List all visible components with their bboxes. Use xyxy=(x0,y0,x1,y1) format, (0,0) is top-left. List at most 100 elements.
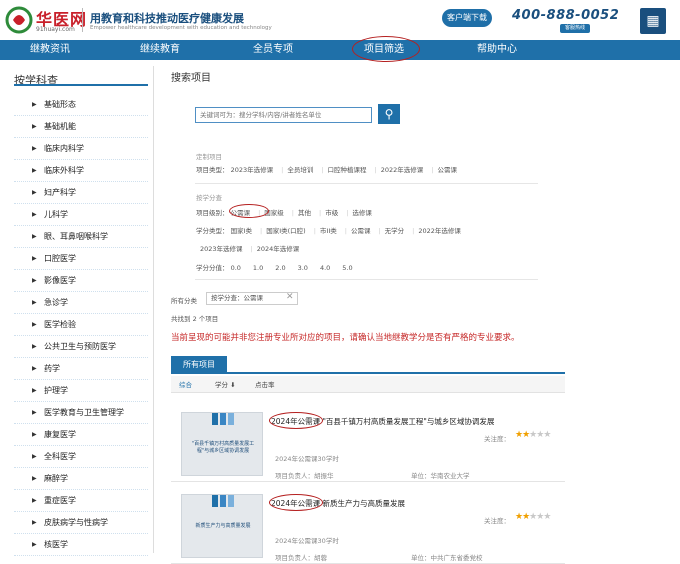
course-leader: 项目负责人：胡蓉 xyxy=(275,554,327,562)
project-type-option[interactable]: 公需课 xyxy=(437,166,457,174)
search-icon: ⚲ xyxy=(384,107,394,121)
sidebar-item-label: 临床内科学 xyxy=(44,144,84,153)
caret-right-icon: ▶ xyxy=(32,365,37,372)
caret-right-icon: ▶ xyxy=(32,431,37,438)
search-button[interactable]: ⚲ xyxy=(378,104,400,124)
course-thumbnail[interactable]: 新质生产力与高质量发展 xyxy=(181,494,263,558)
sidebar-item[interactable]: ▶ 影像医学 xyxy=(14,270,148,292)
sidebar-item[interactable]: ▶ 护理学 xyxy=(14,380,148,402)
caret-right-icon: ▶ xyxy=(32,387,37,394)
divider xyxy=(195,279,538,280)
nav-continuing-education[interactable]: 继续教育 xyxy=(140,40,180,60)
credit-type-option[interactable]: 2023年选修课 xyxy=(200,245,243,253)
sidebar-item[interactable]: ▶ 眼、耳鼻咽喉科学 xyxy=(14,226,148,248)
thumbnail-decoration xyxy=(212,413,218,425)
sidebar-item-label: 医学教育与卫生管理学 xyxy=(44,408,124,417)
slogan-en: Empower healthcare development with educ… xyxy=(90,25,272,31)
caret-right-icon: ▶ xyxy=(32,211,37,218)
nav-special[interactable]: 全员专项 xyxy=(253,40,293,60)
course-unit: 单位：中共广东省委党校 xyxy=(411,554,483,562)
sidebar-item[interactable]: ▶ 急诊学 xyxy=(14,292,148,314)
sidebar-item[interactable]: ▶ 麻醉学 xyxy=(14,468,148,490)
level-option[interactable]: 其他 xyxy=(298,209,311,217)
nav-help[interactable]: 帮助中心 xyxy=(477,40,517,60)
credit-type-option[interactable]: 无学分 xyxy=(385,227,405,235)
sidebar-item[interactable]: ▶ 基础机能 xyxy=(14,116,148,138)
credit-value-option[interactable]: 4.0 xyxy=(320,264,330,272)
download-button[interactable]: 客户端下载 xyxy=(442,9,492,27)
credit-value-option[interactable]: 1.0 xyxy=(253,264,263,272)
caret-right-icon: ▶ xyxy=(32,321,37,328)
project-type-option[interactable]: 2023年选修课 xyxy=(231,166,274,174)
sidebar-item[interactable]: ▶ 妇产科学 xyxy=(14,182,148,204)
sidebar-item[interactable]: ▶ 全科医学 xyxy=(14,446,148,468)
project-type-option[interactable]: 口腔种植课程 xyxy=(328,166,367,174)
course-hours: 2024年公需课30学时 xyxy=(275,537,339,545)
course-item[interactable]: "百县千镇万村高质量发展工程"与城乡区域协调发展 2024年公需课 "百县千镇万村… xyxy=(171,406,565,482)
thumbnail-decoration xyxy=(220,495,226,507)
main-nav: 继教资讯 继续教育 全员专项 项目筛选 帮助中心 xyxy=(0,40,680,60)
option-separator: | xyxy=(431,166,434,174)
sidebar-item[interactable]: ▶ 康复医学 xyxy=(14,424,148,446)
all-categories-label: 所有分类 xyxy=(171,297,197,305)
level-row: 项目级别： 公需课 | 国家级 | 其他 | 市级 | 选修课 xyxy=(196,207,376,217)
caret-right-icon: ▶ xyxy=(32,453,37,460)
caret-right-icon: ▶ xyxy=(32,497,37,504)
course-thumbnail[interactable]: "百县千镇万村高质量发展工程"与城乡区域协调发展 xyxy=(181,412,263,476)
search-input[interactable] xyxy=(195,107,372,123)
credit-type-option[interactable]: 2024年选修课 xyxy=(257,245,300,253)
course-unit: 单位：华南农业大学 xyxy=(411,472,470,480)
sidebar-item-label: 核医学 xyxy=(44,540,68,549)
project-type-option[interactable]: 全员培训 xyxy=(287,166,313,174)
credit-type-option[interactable]: 2022年选修课 xyxy=(418,227,461,235)
credit-value-option[interactable]: 5.0 xyxy=(342,264,352,272)
credit-value-option[interactable]: 3.0 xyxy=(298,264,308,272)
sidebar-item[interactable]: ▶ 儿科学 xyxy=(14,204,148,226)
credit-type-option[interactable]: 国家I类 xyxy=(231,227,252,235)
option-separator: | xyxy=(374,166,377,174)
attention-label: 关注度： xyxy=(484,435,510,443)
option-separator: | xyxy=(291,209,294,217)
credit-value-option[interactable]: 0.0 xyxy=(231,264,241,272)
credit-value-option[interactable]: 2.0 xyxy=(275,264,285,272)
credit-type-option[interactable]: 公需课 xyxy=(351,227,371,235)
caret-right-icon: ▶ xyxy=(32,519,37,526)
sidebar-item-label: 麻醉学 xyxy=(44,474,68,483)
sidebar-item-label: 急诊学 xyxy=(44,298,68,307)
close-icon[interactable]: ✕ xyxy=(286,292,294,302)
logo-icon[interactable] xyxy=(4,5,34,35)
sidebar-item[interactable]: ▶ 基础形态 xyxy=(14,94,148,116)
nav-news[interactable]: 继教资讯 xyxy=(30,40,70,60)
course-hours: 2024年公需课30学时 xyxy=(275,455,339,463)
sidebar-item[interactable]: ▶ 临床外科学 xyxy=(14,160,148,182)
sidebar-item[interactable]: ▶ 临床内科学 xyxy=(14,138,148,160)
sidebar-item[interactable]: ▶ 医学教育与卫生管理学 xyxy=(14,402,148,424)
option-separator: | xyxy=(281,166,284,174)
level-option[interactable]: 市级 xyxy=(325,209,338,217)
credit-type-option[interactable]: 市II类 xyxy=(320,227,337,235)
sidebar-item[interactable]: ▶ 皮肤病学与性病学 xyxy=(14,512,148,534)
sidebar-item[interactable]: ▶ 药学 xyxy=(14,358,148,380)
sort-credit[interactable]: 学分 ⬇ xyxy=(215,379,236,389)
level-option[interactable]: 选修课 xyxy=(352,209,372,217)
site-header: 华医网 91huayi.com 用教育和科技推动医疗健康发展 Empower h… xyxy=(0,0,680,40)
caret-right-icon: ▶ xyxy=(32,101,37,108)
sidebar-item-label: 康复医学 xyxy=(44,430,76,439)
sort-bar: 综合 学分 ⬇ 点击率 xyxy=(171,376,565,393)
qr-code-icon[interactable]: ▦ xyxy=(640,8,666,34)
sidebar-item[interactable]: ▶ 公共卫生与预防医学 xyxy=(14,336,148,358)
sidebar-item-label: 临床外科学 xyxy=(44,166,84,175)
attention-label: 关注度： xyxy=(484,517,510,525)
project-type-option[interactable]: 2022年选修课 xyxy=(381,166,424,174)
thumbnail-decoration xyxy=(220,413,226,425)
sort-clicks[interactable]: 点击率 xyxy=(255,379,275,389)
caret-right-icon: ▶ xyxy=(32,255,37,262)
tab-all-projects[interactable]: 所有项目 xyxy=(171,356,227,373)
credit-type-option[interactable]: 国家I类(口腔) xyxy=(266,227,306,235)
sort-comprehensive[interactable]: 综合 xyxy=(179,379,192,389)
option-separator: | xyxy=(378,227,381,235)
sidebar-item[interactable]: ▶ 重症医学 xyxy=(14,490,148,512)
sidebar-item[interactable]: ▶ 口腔医学 xyxy=(14,248,148,270)
annotation-circle xyxy=(269,412,323,429)
sidebar-item[interactable]: ▶ 医学检验 xyxy=(14,314,148,336)
